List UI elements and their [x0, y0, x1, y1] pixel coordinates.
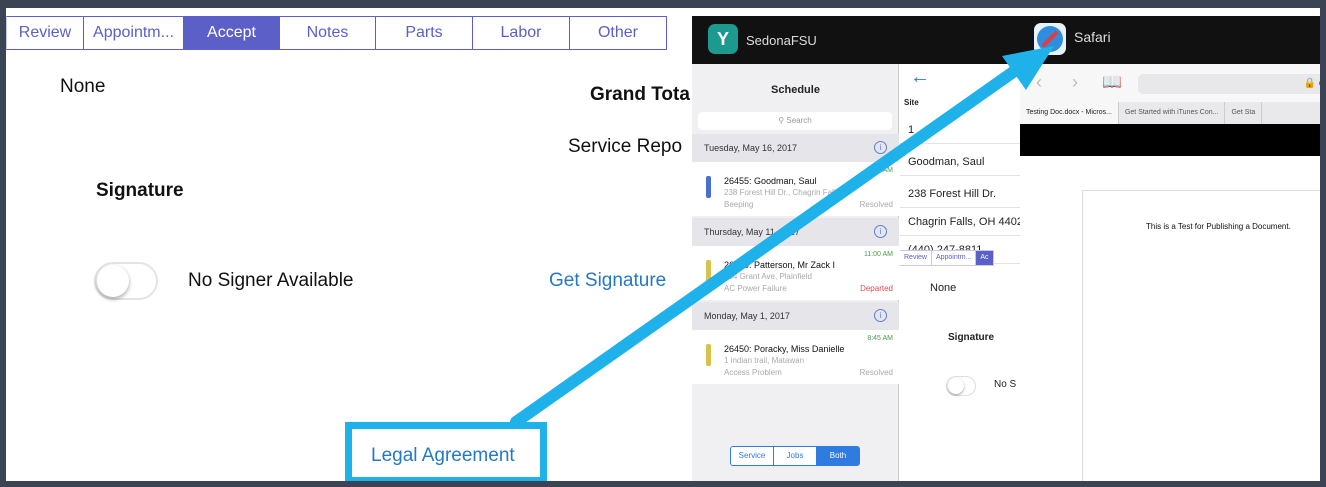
none-label: None	[60, 76, 106, 97]
info-icon[interactable]: i	[874, 309, 887, 322]
site-label: Site	[904, 98, 919, 107]
day-label: Tuesday, May 16, 2017	[704, 143, 798, 153]
mini-signature-heading: Signature	[948, 332, 995, 343]
job-problem: AC Power Failure	[724, 284, 787, 293]
job-status: Resolved	[859, 368, 893, 377]
job-problem: Access Problem	[724, 368, 782, 377]
search-placeholder: Search	[786, 116, 812, 125]
browser-back-icon[interactable]: ‹	[1036, 72, 1042, 93]
mini-tab[interactable]: Review	[900, 250, 932, 266]
browser-tab[interactable]: Testing Doc.docx - Micros...	[1020, 102, 1119, 124]
job-address: 1 indian trail, Matawan	[724, 356, 805, 365]
job-status: Resolved	[859, 200, 893, 209]
tab-review[interactable]: Review	[6, 16, 84, 50]
sedona-app-name: SedonaFSU	[746, 33, 817, 48]
safari-nav-bar: ‹ › 📖 🔒 on	[1020, 64, 1325, 102]
job-title: 26455: Goodman, Saul	[724, 176, 817, 186]
signature-heading: Signature	[96, 180, 184, 201]
browser-tab[interactable]: Get Sta	[1225, 102, 1263, 124]
schedule-day-header: Thursday, May 11, 2017 i	[692, 218, 899, 246]
no-signer-toggle[interactable]	[94, 262, 158, 300]
job-list-item[interactable]: 26440: Patterson, Mr Zack I 104 Grant Ave…	[692, 246, 899, 300]
browser-forward-icon[interactable]: ›	[1072, 72, 1078, 93]
get-signature-button[interactable]: Get Signature	[549, 270, 666, 292]
job-time: 8:45 AM	[867, 335, 893, 342]
schedule-title: Schedule	[771, 84, 820, 96]
browser-tab[interactable]: Get Started with iTunes Con...	[1119, 102, 1226, 124]
grand-total-label: Grand Tota	[590, 84, 690, 105]
wrench-icon	[706, 176, 711, 198]
document-text: This is a Test for Publishing a Document…	[1146, 222, 1291, 231]
wrench-icon	[706, 344, 711, 366]
app-switcher-bar: Y SedonaFSU Safari	[692, 16, 1320, 64]
tab-accept[interactable]: Accept	[184, 16, 280, 50]
mini-none-label: None	[930, 282, 957, 294]
safari-tab-strip: Testing Doc.docx - Micros... Get Started …	[1020, 102, 1320, 124]
job-detail-panel: ← Site 1 Goodman, Saul 238 Forest Hill Dr.…	[900, 64, 1020, 481]
mini-tab-bar: Review Appointm... Ac	[900, 250, 994, 266]
job-list-item[interactable]: 26455: Goodman, Saul 238 Forest Hill Dr.,…	[692, 162, 899, 216]
mini-tab[interactable]: Ac	[976, 250, 994, 266]
info-icon[interactable]: i	[874, 141, 887, 154]
detail-row: Goodman, Saul	[900, 148, 1020, 176]
schedule-day-header: Monday, May 1, 2017 i	[692, 302, 899, 330]
bookmarks-icon[interactable]: 📖	[1102, 72, 1122, 92]
tab-parts[interactable]: Parts	[376, 16, 473, 50]
job-time: 9:00 AM	[867, 167, 893, 174]
tab-other[interactable]: Other	[570, 16, 667, 50]
no-signer-label: No Signer Available	[188, 270, 354, 291]
schedule-panel: Schedule ⚲ Search Tuesday, May 16, 2017 i…	[692, 64, 899, 481]
wrench-icon	[706, 260, 711, 282]
filter-segmented-control: Service Jobs Both	[730, 446, 860, 466]
safari-app-name: Safari	[1074, 29, 1111, 45]
legal-agreement-link[interactable]: Legal Agreement	[371, 445, 515, 467]
day-label: Thursday, May 11, 2017	[704, 227, 800, 237]
tab-notes[interactable]: Notes	[280, 16, 376, 50]
job-title: 26450: Poracky, Miss Danielle	[724, 344, 845, 354]
service-report-label: Service Repo	[568, 136, 683, 157]
job-address: 238 Forest Hill Dr., Chagrin Falls	[724, 188, 840, 197]
segment-both[interactable]: Both	[817, 447, 859, 465]
back-arrow-icon[interactable]: ←	[910, 66, 930, 89]
schedule-search-input[interactable]: ⚲ Search	[698, 112, 892, 130]
segment-jobs[interactable]: Jobs	[774, 447, 817, 465]
mini-tab[interactable]: Appointm...	[931, 250, 977, 266]
split-view-overlay: Y SedonaFSU Safari Schedule ⚲ Search Tue…	[692, 16, 1325, 481]
mini-no-signer-label: No S	[994, 379, 1017, 390]
detail-row: 1	[900, 116, 1020, 144]
screenshot-frame: Review Appointm... Accept Notes Parts Labor Ot…	[0, 0, 1326, 487]
schedule-day-header: Tuesday, May 16, 2017 i	[692, 134, 899, 162]
document-page	[1082, 190, 1320, 481]
segment-service[interactable]: Service	[731, 447, 774, 465]
tab-bar: Review Appointm... Accept Notes Parts Labor Ot…	[6, 16, 667, 50]
tab-labor[interactable]: Labor	[473, 16, 570, 50]
address-bar-text: on	[1318, 78, 1325, 89]
info-icon[interactable]: i	[874, 225, 887, 238]
address-bar[interactable]: 🔒 on	[1138, 74, 1325, 94]
safari-compass-icon[interactable]	[1034, 23, 1066, 55]
job-status: Departed	[860, 284, 893, 293]
job-address: 104 Grant Ave, Plainfield	[724, 272, 812, 281]
job-problem: Beeping	[724, 200, 754, 209]
detail-row: Chagrin Falls, OH 44022	[900, 208, 1020, 236]
day-label: Monday, May 1, 2017	[704, 311, 790, 321]
detail-row: 238 Forest Hill Dr.	[900, 180, 1020, 208]
sedona-app-icon[interactable]: Y	[708, 24, 738, 54]
toggle-knob	[97, 265, 129, 297]
job-time: 11:00 AM	[863, 251, 893, 258]
job-title: 26440: Patterson, Mr Zack I	[724, 260, 836, 270]
safari-window: ‹ › 📖 🔒 on Testing Doc.docx - Micros...G…	[1020, 64, 1325, 481]
job-list-item[interactable]: 26450: Poracky, Miss Danielle 1 indian tr…	[692, 330, 899, 384]
document-toolbar	[1020, 124, 1320, 156]
mini-no-signer-toggle[interactable]	[946, 376, 976, 396]
tab-appointm[interactable]: Appointm...	[84, 16, 184, 50]
